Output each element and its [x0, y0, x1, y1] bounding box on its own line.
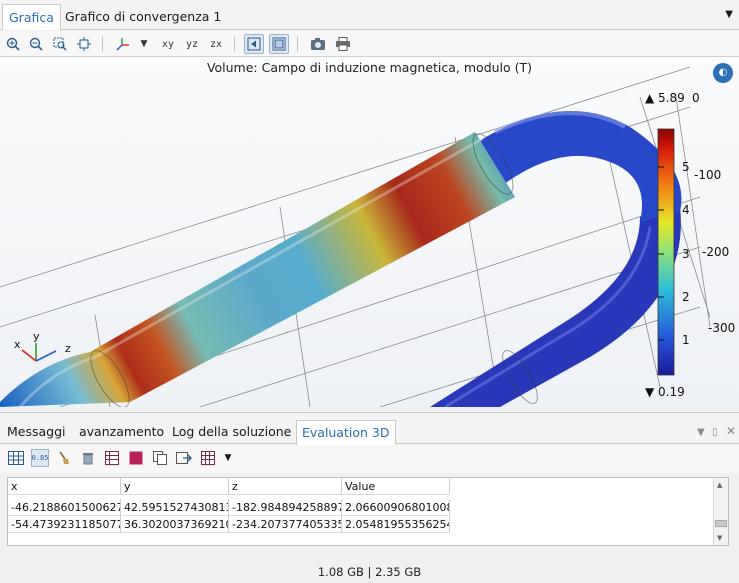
table-cell[interactable]: 36.30200373692108 — [121, 516, 229, 533]
panel-menu-icon[interactable]: ▼ — [697, 427, 705, 438]
print-icon[interactable] — [333, 34, 353, 54]
copy-table-icon[interactable] — [151, 449, 169, 467]
export-icon[interactable] — [175, 449, 193, 467]
plot-title: Volume: Campo di induzione magnetica, mo… — [206, 60, 533, 75]
3d-plot[interactable] — [0, 57, 739, 407]
view-yz-button[interactable]: yz — [182, 34, 202, 54]
table-cell[interactable]: -182.98489425889744 — [229, 499, 342, 516]
tab-avanzamento[interactable]: avanzamento — [74, 420, 169, 445]
graphics-toolbar: ▼ xy yz zx — [0, 31, 739, 57]
triad-z-label: z — [65, 342, 71, 355]
table-format-icon[interactable] — [199, 449, 217, 467]
table-cell[interactable]: -234.20737740533593 — [229, 516, 342, 533]
tab-grafico-convergenza[interactable]: Grafico di convergenza 1 — [59, 4, 227, 30]
view-xy-button[interactable]: xy — [158, 34, 178, 54]
tab-log-soluzione[interactable]: Log della soluzione — [167, 420, 296, 445]
table-header: x y z Value — [8, 478, 713, 495]
table-row[interactable]: -54.47392311850771 36.30200373692108 -23… — [8, 516, 713, 533]
evaluation-toolbar: 0.85 ▼ — [0, 445, 739, 473]
axis-tick-label: -200 — [702, 245, 730, 259]
view-axis-icon[interactable] — [113, 34, 133, 54]
bottom-tab-bar: Messaggi avanzamento Log della soluzione… — [0, 412, 739, 445]
color-square-icon[interactable] — [127, 449, 145, 467]
tab-menu-icon[interactable]: ▼ — [725, 9, 733, 20]
tab-messaggi[interactable]: Messaggi — [2, 420, 71, 445]
axis-triad — [21, 343, 57, 362]
precision-toggle-icon[interactable]: 0.85 — [31, 449, 49, 467]
column-header-x[interactable]: x — [8, 478, 121, 495]
colorbar — [657, 128, 675, 376]
clear-brush-icon[interactable] — [55, 449, 73, 467]
triad-y-label: y — [33, 330, 40, 343]
view-zx-button[interactable]: zx — [206, 34, 226, 54]
table-cell[interactable]: 2.0548195535625453 — [342, 516, 450, 533]
memory-status: 1.08 GB | 2.35 GB — [317, 565, 422, 579]
zoom-extents-icon[interactable] — [74, 34, 94, 54]
transparency-icon[interactable] — [269, 34, 289, 54]
triad-x-label: x — [14, 338, 21, 351]
panel-close-icon[interactable]: ✕ — [726, 424, 736, 438]
tab-grafica[interactable]: Grafica — [2, 4, 61, 30]
zoom-box-icon[interactable] — [50, 34, 70, 54]
table-row[interactable]: -46.21886015006272 42.59515274308131 -18… — [8, 499, 713, 516]
axis-tick-label: 0 — [692, 91, 700, 105]
delete-icon[interactable] — [79, 449, 97, 467]
graphics-window[interactable]: Volume: Campo di induzione magnetica, mo… — [0, 57, 739, 407]
view-dropdown-icon[interactable]: ▼ — [134, 34, 154, 54]
colorbar-tick: 3 — [682, 247, 690, 261]
colorbar-tick: 4 — [682, 203, 690, 217]
tab-evaluation-3d[interactable]: Evaluation 3D — [296, 420, 396, 445]
scene-light-icon[interactable] — [244, 34, 264, 54]
scroll-up-icon[interactable]: ▲ — [717, 481, 722, 489]
top-tab-bar: Grafica Grafico di convergenza 1 ▼ — [0, 0, 739, 30]
panel-pin-icon[interactable]: ▯ — [712, 427, 718, 438]
table-scrollbar[interactable]: ▲ ▼ — [713, 478, 728, 545]
table-cell[interactable]: -46.21886015006272 — [8, 499, 121, 516]
colorbar-max-label: ▲ 5.89 — [645, 91, 685, 105]
column-header-value[interactable]: Value — [342, 478, 450, 495]
table-icon[interactable] — [103, 449, 121, 467]
zoom-in-icon[interactable] — [3, 34, 23, 54]
axis-tick-label: -100 — [694, 168, 722, 182]
colorbar-tick: 5 — [682, 160, 690, 174]
evaluation-table[interactable]: x y z Value -46.21886015006272 42.595152… — [7, 477, 729, 546]
axis-tick-label: -300 — [708, 321, 736, 335]
dropdown-icon[interactable]: ▼ — [219, 449, 237, 467]
table-cell[interactable]: 2.0660090680100893 — [342, 499, 450, 516]
table-cell[interactable]: 42.59515274308131 — [121, 499, 229, 516]
scroll-down-icon[interactable]: ▼ — [717, 534, 722, 542]
colorbar-tick: 1 — [682, 333, 690, 347]
colorbar-min-label: ▼ 0.19 — [645, 385, 685, 399]
comsol-logo[interactable]: ◐ — [713, 63, 733, 83]
column-header-y[interactable]: y — [121, 478, 229, 495]
table-view-icon[interactable] — [7, 449, 25, 467]
colorbar-tick: 2 — [682, 290, 690, 304]
table-cell[interactable]: -54.47392311850771 — [8, 516, 121, 533]
camera-icon[interactable] — [308, 34, 328, 54]
zoom-out-icon[interactable] — [26, 34, 46, 54]
column-header-z[interactable]: z — [229, 478, 342, 495]
scroll-thumb[interactable] — [715, 520, 727, 527]
